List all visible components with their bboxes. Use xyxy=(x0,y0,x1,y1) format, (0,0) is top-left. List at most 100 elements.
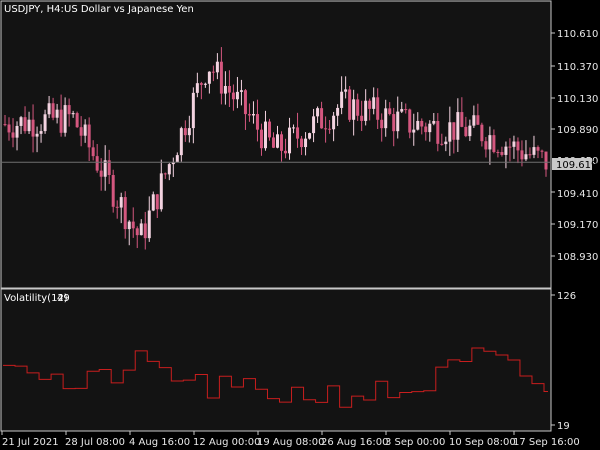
candle-body xyxy=(207,71,211,84)
candle-body xyxy=(255,114,259,130)
price-tick-label: 109.170 xyxy=(557,220,598,231)
candle-body xyxy=(540,150,544,152)
candle-body xyxy=(191,92,195,129)
trading-chart[interactable]: USDJPY, H4: US Dollar vs Japanese Yen Vo… xyxy=(0,0,600,450)
candle-body xyxy=(464,126,468,137)
candle-body xyxy=(444,141,448,145)
candle-body xyxy=(404,109,408,111)
candle-body xyxy=(35,133,39,137)
candle-body xyxy=(368,100,372,109)
candle-body xyxy=(99,170,103,177)
candle-body xyxy=(195,83,199,93)
candle-body xyxy=(524,154,528,160)
symbol-description: US Dollar vs Japanese Yen xyxy=(64,4,194,15)
candle-body xyxy=(11,132,15,138)
candle-body xyxy=(3,124,7,126)
candle-body xyxy=(15,125,19,138)
candle-body xyxy=(55,109,59,118)
candle-body xyxy=(259,129,263,149)
candle-body xyxy=(424,126,428,133)
candle-body xyxy=(320,108,324,129)
candle-body xyxy=(456,112,460,140)
candle-body xyxy=(296,127,300,139)
candle-body xyxy=(392,114,396,132)
candle-body xyxy=(111,175,115,207)
price-tick-label: 109.890 xyxy=(557,125,598,136)
candle-body xyxy=(536,147,540,151)
candle-body xyxy=(155,194,159,210)
candle-body xyxy=(516,141,520,151)
candle-body xyxy=(284,150,288,154)
candle-body xyxy=(79,127,83,136)
candle-body xyxy=(508,146,512,148)
candle-body xyxy=(267,121,271,138)
candle-body xyxy=(235,91,239,100)
candle-body xyxy=(288,127,292,154)
candle-body xyxy=(380,119,384,129)
price-tick-label: 108.930 xyxy=(557,252,598,263)
candle-body xyxy=(43,114,47,132)
candle-body xyxy=(396,111,400,132)
candle-body xyxy=(532,147,536,155)
candle-body xyxy=(203,83,207,85)
candle-body xyxy=(440,143,444,145)
candle-body xyxy=(348,89,352,120)
candle-body xyxy=(316,108,320,117)
candle-body xyxy=(280,134,284,151)
candle-body xyxy=(91,147,95,157)
candle-body xyxy=(452,122,456,140)
candle-body xyxy=(376,97,380,120)
candle-body xyxy=(432,120,436,124)
time-tick-label: 19 Aug 08:00 xyxy=(257,437,324,448)
candle-body xyxy=(512,141,516,147)
candle-body xyxy=(336,107,340,116)
candle-body xyxy=(47,103,51,115)
candle-body xyxy=(312,116,316,134)
candle-body xyxy=(219,61,223,94)
candle-body xyxy=(364,100,368,121)
candle-body xyxy=(360,115,364,121)
candle-body xyxy=(528,154,532,156)
indicator-pane[interactable] xyxy=(0,288,552,432)
candle-body xyxy=(23,117,27,132)
candle-body xyxy=(484,141,488,150)
candle-body xyxy=(496,152,500,154)
candle-body xyxy=(67,105,71,115)
candle-body xyxy=(131,221,135,229)
candle-body xyxy=(231,92,235,100)
time-tick-label: 4 Aug 16:00 xyxy=(129,437,190,448)
candle-body xyxy=(500,152,504,155)
candle-body xyxy=(63,105,67,133)
candle-body xyxy=(384,108,388,129)
candle-body xyxy=(436,120,440,144)
candle-body xyxy=(163,173,167,175)
price-tick-label: 110.130 xyxy=(557,94,598,105)
indicator-tick-label: 126 xyxy=(557,291,576,302)
indicator-tick-label: 19 xyxy=(557,421,570,432)
symbol-label: USDJPY, H4: xyxy=(4,4,64,15)
candle-body xyxy=(183,128,187,136)
candle-body xyxy=(167,164,171,175)
candle-body xyxy=(324,128,328,130)
candle-body xyxy=(119,197,123,208)
time-tick-label: 10 Sep 08:00 xyxy=(449,437,516,448)
price-pane[interactable] xyxy=(0,0,552,289)
candle-body xyxy=(215,61,219,73)
candle-body xyxy=(340,91,344,108)
candle-body xyxy=(227,85,231,93)
candle-body xyxy=(304,138,308,148)
candle-body xyxy=(448,122,452,142)
candle-body xyxy=(175,155,179,163)
candle-body xyxy=(39,131,43,134)
candle-body xyxy=(544,151,548,170)
price-tick-label: 110.610 xyxy=(557,29,598,40)
candle-body xyxy=(247,114,251,116)
candle-body xyxy=(276,134,280,148)
time-tick-label: 26 Aug 16:00 xyxy=(321,437,388,448)
candle-body xyxy=(223,85,227,94)
candle-body xyxy=(115,206,119,208)
candle-body xyxy=(159,173,163,210)
candle-body xyxy=(147,210,151,239)
price-tick-label: 110.370 xyxy=(557,62,598,73)
candle-body xyxy=(7,124,11,133)
